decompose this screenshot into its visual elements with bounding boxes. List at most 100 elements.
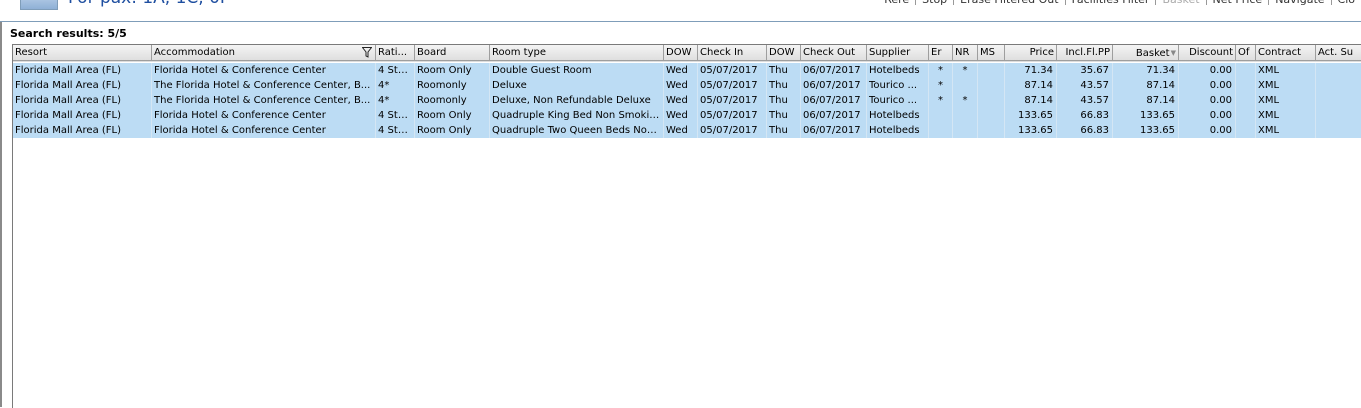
column-header-accommodation[interactable]: Accommodation	[152, 45, 376, 61]
cell-price: 133.65	[1005, 108, 1057, 123]
cell-check-in: 05/07/2017	[698, 123, 767, 138]
column-header-dow-in[interactable]: DOW	[664, 45, 698, 61]
column-header-room-type[interactable]: Room type	[490, 45, 664, 61]
cell-rating: 4 Stars	[378, 63, 415, 78]
column-header-dow-out[interactable]: DOW	[767, 45, 801, 61]
column-header-er[interactable]: Er	[929, 45, 953, 61]
cell-accommodation: The Florida Hotel & Conference Center, B…	[152, 93, 376, 108]
filter-icon[interactable]	[362, 47, 372, 58]
column-header-label: Of	[1238, 47, 1250, 58]
column-header-of[interactable]: Of	[1236, 45, 1256, 61]
column-header-label: MS	[980, 47, 995, 58]
column-header-price[interactable]: Price	[1005, 45, 1057, 61]
cell-discount: 0.00	[1179, 63, 1236, 78]
cell-basket: 87.14	[1113, 93, 1179, 108]
table-row[interactable]: Florida Mall Area (FL) Florida Hotel & Co…	[13, 123, 1361, 138]
cell-dow-out: Thu	[767, 93, 801, 108]
column-header-basket[interactable]: Basket▼	[1113, 45, 1179, 61]
cell-supplier: Tourico ...	[867, 93, 929, 108]
cell-dow-out: Thu	[767, 78, 801, 93]
cell-er	[929, 108, 953, 123]
cell-basket: 133.65	[1113, 123, 1179, 138]
menu-item-basket: Basket	[1156, 0, 1205, 6]
cell-check-out: 06/07/2017	[801, 93, 867, 108]
cell-ms	[978, 93, 1005, 108]
cell-price: 133.65	[1005, 123, 1057, 138]
cell-basket: 133.65	[1113, 108, 1179, 123]
column-header-check-out[interactable]: Check Out	[801, 45, 867, 61]
cell-dow-out: Thu	[767, 63, 801, 78]
column-header-supplier[interactable]: Supplier	[867, 45, 929, 61]
cell-rating: 4 Stars	[378, 108, 415, 123]
cell-nr: *	[953, 63, 978, 78]
column-header-label: Basket	[1135, 48, 1170, 59]
menu-item-facilities-filter[interactable]: Facilities Filter	[1066, 0, 1156, 6]
column-header-check-in[interactable]: Check In	[698, 45, 767, 61]
column-header-label: Discount	[1189, 47, 1233, 58]
cell-act-su	[1316, 108, 1361, 123]
cell-discount: 0.00	[1179, 123, 1236, 138]
cell-er: *	[929, 93, 953, 108]
grid-header-row: Resort Accommodation Rati... Board Room type…	[13, 45, 1361, 62]
cell-ms	[978, 63, 1005, 78]
cell-nr	[953, 78, 978, 93]
cell-dow-in: Wed	[664, 63, 698, 78]
search-results-count: Search results: 5/5	[10, 27, 127, 40]
column-header-rating[interactable]: Rati...	[376, 45, 415, 61]
cell-er: *	[929, 78, 953, 93]
column-header-label: Check Out	[803, 47, 856, 58]
column-header-act-su[interactable]: Act. Su	[1316, 45, 1361, 61]
column-header-ms[interactable]: MS	[978, 45, 1005, 61]
table-row[interactable]: Florida Mall Area (FL) Florida Hotel & Co…	[13, 63, 1361, 78]
left-splitter[interactable]	[0, 22, 2, 407]
table-row[interactable]: Florida Mall Area (FL) The Florida Hotel …	[13, 78, 1361, 93]
cell-contract: XML	[1256, 78, 1316, 93]
table-row[interactable]: Florida Mall Area (FL) Florida Hotel & Co…	[13, 108, 1361, 123]
cell-accommodation: Florida Hotel & Conference Center	[152, 123, 376, 138]
cell-resort: Florida Mall Area (FL)	[13, 78, 152, 93]
menu-item-navigate[interactable]: Navigate	[1269, 0, 1330, 6]
column-header-contract[interactable]: Contract	[1256, 45, 1316, 61]
column-header-label: Act. Su	[1318, 47, 1354, 58]
cell-room-type: Quadruple Two Queen Beds Non...	[492, 123, 664, 138]
cell-dow-in: Wed	[664, 78, 698, 93]
cell-resort: Florida Mall Area (FL)	[13, 108, 152, 123]
cell-resort: Florida Mall Area (FL)	[13, 123, 152, 138]
menu-item-erase-filtered-out[interactable]: Erase Filtered Out	[954, 0, 1064, 6]
menu-item-net-price[interactable]: Net Price	[1207, 0, 1269, 6]
column-header-label: Board	[417, 47, 447, 58]
column-header-label: Rati...	[378, 47, 408, 58]
cell-of	[1236, 123, 1256, 138]
cell-supplier: Hotelbeds	[867, 108, 929, 123]
cell-check-out: 06/07/2017	[801, 108, 867, 123]
column-header-nr[interactable]: NR	[953, 45, 978, 61]
column-header-discount[interactable]: Discount	[1179, 45, 1236, 61]
cell-dow-out: Thu	[767, 108, 801, 123]
menu-item-stop[interactable]: Stop	[916, 0, 953, 6]
cell-act-su	[1316, 123, 1361, 138]
cell-er	[929, 123, 953, 138]
menu-item-rere[interactable]: Rere	[878, 0, 915, 6]
column-header-label: Resort	[15, 47, 48, 58]
table-row[interactable]: Florida Mall Area (FL) The Florida Hotel …	[13, 93, 1361, 108]
cell-price: 71.34	[1005, 63, 1057, 78]
cell-incl-fl-pp: 35.67	[1057, 63, 1113, 78]
cell-of	[1236, 78, 1256, 93]
hotel-icon	[20, 0, 58, 10]
cell-check-in: 05/07/2017	[698, 108, 767, 123]
cell-supplier: Tourico ...	[867, 78, 929, 93]
column-header-incl-fl-pp[interactable]: Incl.Fl.PP	[1057, 45, 1113, 61]
cell-room-type: Quadruple King Bed Non Smoking	[490, 108, 664, 123]
column-header-label: Check In	[700, 47, 744, 58]
cell-rating: 4*	[376, 78, 415, 93]
menu-item-clo[interactable]: Clo	[1332, 0, 1361, 6]
column-header-board[interactable]: Board	[415, 45, 490, 61]
cell-accommodation: Florida Hotel & Conference Center	[152, 63, 376, 78]
column-header-resort[interactable]: Resort	[13, 45, 152, 61]
cell-act-su	[1316, 63, 1361, 78]
cell-check-out: 06/07/2017	[801, 123, 867, 138]
cell-incl-fl-pp: 43.57	[1057, 78, 1113, 93]
cell-contract: XML	[1256, 63, 1316, 78]
cell-discount: 0.00	[1179, 93, 1236, 108]
column-header-label: Accommodation	[154, 47, 236, 58]
